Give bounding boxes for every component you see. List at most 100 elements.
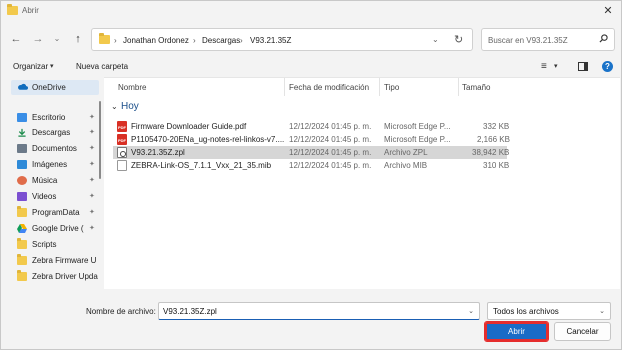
file-type-filter[interactable]: Todos los archivos ⌄: [487, 302, 611, 320]
title-bar: Abrir ✕: [1, 1, 621, 21]
column-divider[interactable]: [379, 78, 380, 96]
organize-button[interactable]: Organizar: [13, 62, 48, 71]
file-type: Archivo MIB: [384, 161, 428, 170]
pictures-icon: [17, 160, 27, 169]
pin-icon: ✦: [89, 161, 95, 168]
file-date: 12/12/2024 01:45 p. m.: [289, 148, 372, 157]
sidebar-scrollbar[interactable]: [99, 101, 101, 179]
sidebar-item-escritorio[interactable]: Escritorio ✦: [11, 110, 99, 125]
address-dropdown-icon[interactable]: ⌄: [432, 35, 439, 44]
sidebar-item-label: Descargas: [32, 128, 71, 137]
pin-icon: ✦: [89, 193, 95, 200]
videos-icon: [17, 192, 27, 201]
breadcrumb-current-folder[interactable]: V93.21.35Z: [250, 36, 291, 45]
close-icon[interactable]: ✕: [600, 3, 616, 19]
folder-icon: [17, 254, 27, 265]
group-header[interactable]: Hoy: [121, 101, 139, 112]
chevron-down-icon[interactable]: ⌄: [111, 102, 118, 111]
filename-field[interactable]: V93.21.35Z.zpl ⌄: [158, 302, 480, 320]
column-divider[interactable]: [284, 78, 285, 96]
file-name: ZEBRA-Link-OS_7.1.1_Vxx_21_35.mib: [131, 161, 272, 170]
sidebar-item-scripts[interactable]: Scripts: [11, 237, 99, 252]
pdf-file-icon: [117, 121, 127, 132]
mib-file-icon: [117, 160, 127, 171]
file-size: 38,942 KB: [472, 148, 510, 157]
navigation-pane: OneDrive Escritorio ✦ Descargas ✦ Docume…: [7, 77, 99, 287]
chevron-down-icon[interactable]: ⌄: [599, 307, 605, 315]
folder-icon: [17, 206, 27, 217]
sidebar-item-label: Scripts: [32, 240, 57, 249]
column-header-type[interactable]: Tipo: [384, 83, 399, 92]
sidebar-item-zebra-driver[interactable]: Zebra Driver Upda: [11, 269, 99, 284]
back-arrow-icon[interactable]: ←: [9, 32, 23, 46]
breadcrumb-separator[interactable]: ›: [193, 36, 196, 45]
pin-icon: ✦: [89, 145, 95, 152]
column-header-size[interactable]: Tamaño: [462, 83, 490, 92]
search-placeholder[interactable]: Buscar en V93.21.35Z: [488, 36, 568, 45]
folder-icon: [99, 33, 110, 44]
recent-locations-chevron-icon[interactable]: ⌄: [50, 32, 64, 46]
pin-icon: ✦: [89, 129, 95, 136]
filename-label: Nombre de archivo:: [86, 307, 156, 316]
sidebar-item-programdata[interactable]: ProgramData ✦: [11, 205, 99, 220]
breadcrumb-user[interactable]: Jonathan Ordonez: [123, 36, 189, 45]
open-button[interactable]: Abrir: [484, 321, 549, 342]
desktop-icon: [17, 113, 27, 122]
pdf-file-icon: [117, 134, 127, 145]
new-folder-button[interactable]: Nueva carpeta: [76, 62, 128, 71]
file-date: 12/12/2024 01:45 p. m.: [289, 122, 372, 131]
column-header-date[interactable]: Fecha de modificación: [289, 83, 369, 92]
open-file-dialog: Abrir ✕ ← → ⌄ ↑ › Jonathan Ordonez › Des…: [0, 0, 622, 350]
sidebar-item-label: Imágenes: [32, 160, 68, 169]
pin-icon: ✦: [89, 209, 95, 216]
refresh-icon[interactable]: ↻: [454, 33, 463, 46]
onedrive-icon: [18, 83, 28, 90]
sidebar-item-musica[interactable]: Música ✦: [11, 173, 99, 188]
address-bar[interactable]: › Jonathan Ordonez › Descargas › V93.21.…: [91, 28, 473, 51]
file-type-filter-value[interactable]: Todos los archivos: [493, 307, 559, 316]
up-arrow-icon[interactable]: ↑: [71, 32, 85, 46]
sidebar-item-label: Google Drive (: [32, 224, 84, 233]
folder-icon: [17, 238, 27, 249]
breadcrumb-separator[interactable]: ›: [240, 36, 243, 45]
search-box[interactable]: Buscar en V93.21.35Z: [481, 28, 615, 51]
organize-caret-icon[interactable]: ▾: [50, 62, 54, 70]
filename-value[interactable]: V93.21.35Z.zpl: [163, 307, 217, 316]
search-icon[interactable]: [599, 34, 608, 43]
column-divider[interactable]: [458, 78, 459, 96]
table-row[interactable]: Firmware Downloader Guide.pdf 12/12/2024…: [113, 120, 509, 133]
navigation-bar: ← → ⌄ ↑ › Jonathan Ordonez › Descargas ›…: [1, 21, 621, 57]
view-options-icon[interactable]: ≡: [541, 61, 547, 72]
sidebar-item-descargas[interactable]: Descargas ✦: [11, 125, 99, 140]
file-name: Firmware Downloader Guide.pdf: [131, 122, 247, 131]
file-type: Archivo ZPL: [384, 148, 428, 157]
table-row[interactable]: P1105470-20ENa_ug-notes-rel-linkos-v7...…: [113, 133, 510, 146]
file-name: P1105470-20ENa_ug-notes-rel-linkos-v7...…: [131, 135, 285, 144]
breadcrumb-downloads[interactable]: Descargas: [202, 36, 240, 45]
folder-icon: [7, 4, 18, 15]
breadcrumb-separator[interactable]: ›: [114, 36, 117, 45]
chevron-down-icon[interactable]: ⌄: [468, 307, 474, 315]
help-icon[interactable]: ?: [602, 61, 613, 72]
file-date: 12/12/2024 01:45 p. m.: [289, 161, 372, 170]
sidebar-item-videos[interactable]: Videos ✦: [11, 189, 99, 204]
sidebar-item-documentos[interactable]: Documentos ✦: [11, 141, 99, 156]
file-type: Microsoft Edge P...: [384, 135, 451, 144]
sidebar-item-google-drive[interactable]: Google Drive ( ✦: [11, 221, 99, 236]
documents-icon: [17, 144, 27, 153]
forward-arrow-icon[interactable]: →: [31, 32, 45, 46]
sidebar-item-imagenes[interactable]: Imágenes ✦: [11, 157, 99, 172]
command-toolbar: Organizar ▾ Nueva carpeta ≡ ▾ ?: [1, 57, 621, 77]
cancel-button[interactable]: Cancelar: [554, 322, 611, 341]
column-header-name[interactable]: Nombre: [118, 83, 146, 92]
table-row[interactable]: ZEBRA-Link-OS_7.1.1_Vxx_21_35.mib 12/12/…: [113, 159, 509, 172]
sidebar-item-label: Escritorio: [32, 113, 66, 122]
folder-icon: [17, 270, 27, 281]
sidebar-item-label: Zebra Firmware U: [32, 256, 97, 265]
sidebar-item-onedrive[interactable]: OneDrive: [11, 80, 99, 95]
sidebar-item-zebra-firmware[interactable]: Zebra Firmware U: [11, 253, 99, 268]
preview-pane-icon[interactable]: [578, 62, 588, 71]
table-row-selected[interactable]: V93.21.35Z.zpl 12/12/2024 01:45 p. m. Ar…: [113, 146, 510, 159]
sidebar-item-label: Zebra Driver Upda: [32, 272, 98, 281]
view-options-caret-icon[interactable]: ▾: [554, 62, 558, 70]
